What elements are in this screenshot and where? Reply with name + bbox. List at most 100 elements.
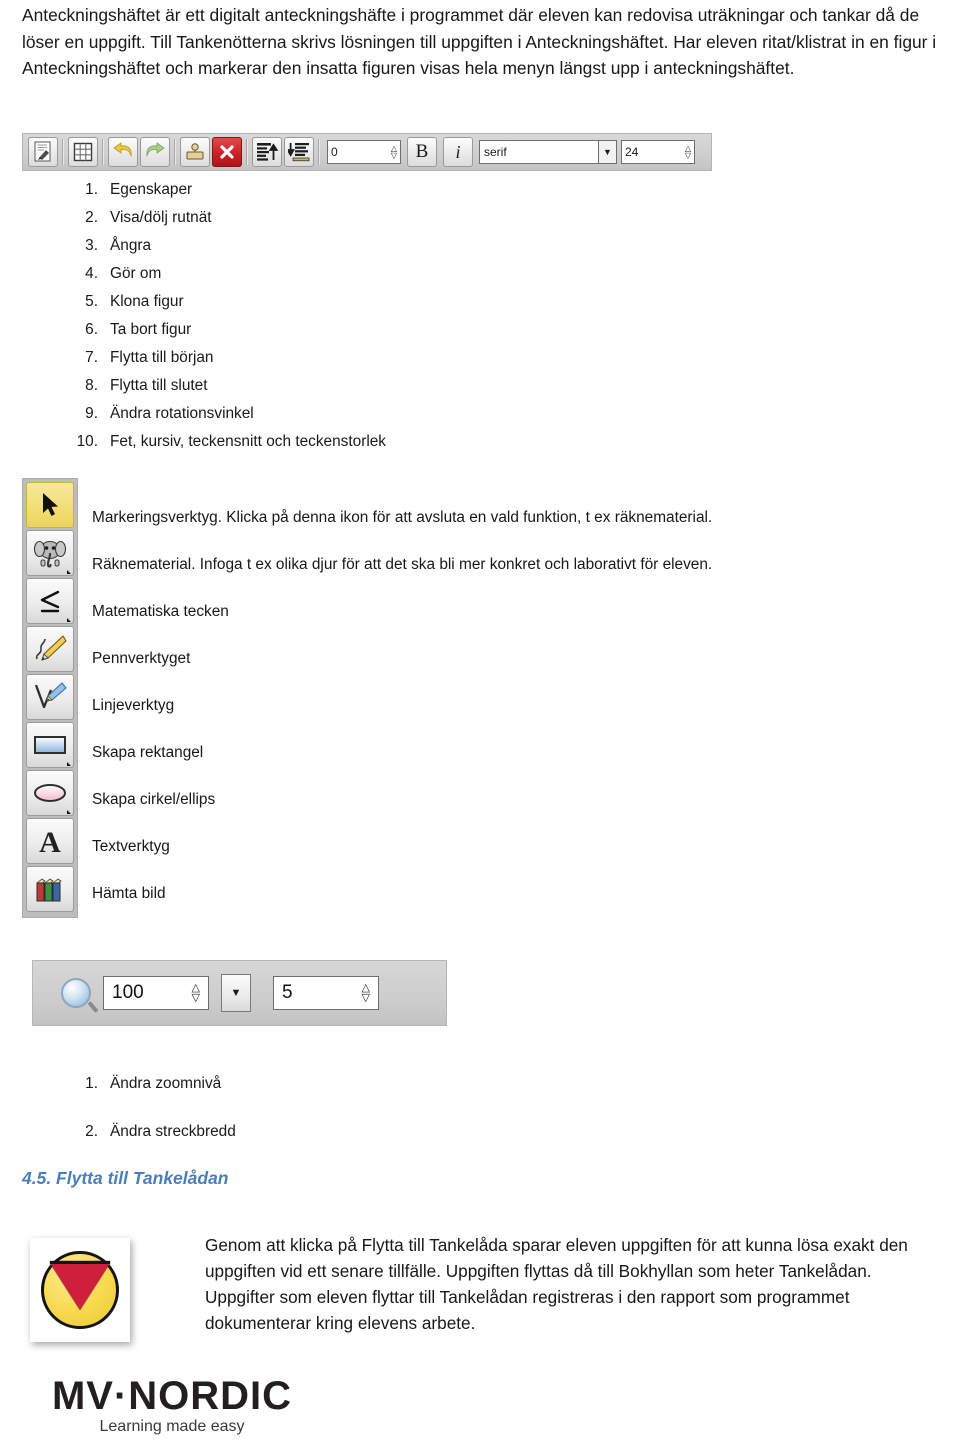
tool-description-linjeverktyg: Linjeverktyg (92, 697, 175, 714)
rotation-angle-value: 0 (331, 145, 338, 159)
toolbar-separator (62, 139, 64, 165)
spinner-arrows-icon[interactable]: △ ▽ (685, 145, 691, 160)
tool-button-textverktyg[interactable]: A (26, 818, 74, 864)
list-item-label: Ändra streckbredd (110, 1123, 236, 1140)
font-size-value: 24 (625, 145, 639, 159)
magnifier-icon (61, 978, 91, 1008)
elephant-icon (33, 540, 67, 568)
section-body-text: Genom att klicka på Flytta till Tankelåd… (205, 1235, 908, 1333)
toolbar-separator (246, 139, 248, 165)
list-item-label: Ångra (110, 237, 152, 254)
logo-tagline: Learning made easy (99, 1418, 245, 1435)
tool-button-matematiska-tecken[interactable] (26, 578, 74, 624)
list-item: 1. Ändra zoomnivå (60, 1072, 480, 1096)
list-item-label: Ändra rotationsvinkel (110, 405, 254, 422)
toolbar-separator (318, 139, 320, 165)
submenu-arrow-icon[interactable] (67, 570, 71, 574)
list-item: 3. Ångra (60, 232, 580, 260)
list-item-label: Gör om (110, 265, 162, 282)
redo-button[interactable] (140, 137, 170, 167)
list-item: 5. Klona figur (60, 288, 580, 316)
logo-wordmark: MV·NORDIC (51, 1374, 293, 1418)
undo-icon (113, 142, 132, 157)
zoom-toolbar: 100 △ ▽ ▼ 5 △ ▽ (32, 960, 447, 1026)
clone-figure-button[interactable] (180, 137, 210, 167)
move-to-back-button[interactable] (284, 137, 314, 167)
tool-button-pennverktyget[interactable] (26, 626, 74, 672)
list-item: 2. Visa/dölj rutnät (60, 204, 580, 232)
tool-description-pennverktyget: Pennverktyget (92, 650, 191, 667)
toolbar-separator (102, 139, 104, 165)
list-item-number: 1. (85, 181, 98, 198)
font-size-input[interactable]: 24 △ ▽ (621, 140, 695, 164)
submenu-arrow-icon[interactable] (67, 618, 71, 622)
properties-button[interactable] (28, 137, 58, 167)
tool-button-raknematerial[interactable] (26, 530, 74, 576)
list-item-label: Fet, kursiv, teckensnitt och teckenstorl… (110, 433, 387, 450)
move-to-front-button[interactable] (252, 137, 282, 167)
tool-description-raknematerial: Räknematerial. Infoga t ex olika djur fö… (92, 556, 713, 573)
tool-palette: A (22, 478, 78, 918)
pencil-icon (35, 635, 67, 661)
chevron-down-icon[interactable]: ▼ (599, 140, 617, 164)
tool-button-markeringsverktyg[interactable] (26, 482, 74, 528)
properties-icon (34, 141, 51, 162)
stroke-width-value: 5 (282, 982, 293, 1003)
list-item-number: 4. (85, 265, 98, 282)
list-item-number: 2. (85, 209, 98, 226)
zoom-dropdown-button[interactable]: ▼ (221, 974, 251, 1012)
list-item: 7. Flytta till början (60, 344, 580, 372)
font-family-select[interactable]: serif ▼ (473, 140, 617, 164)
toolbar-separator (174, 139, 176, 165)
list-item-number: 10. (76, 433, 98, 450)
tool-description-hamta-bild: Hämta bild (92, 885, 166, 902)
chevron-down-icon: ▼ (230, 987, 242, 999)
tool-button-linjeverktyg[interactable] (26, 674, 74, 720)
move-to-front-icon (257, 143, 278, 161)
ellipse-icon (34, 784, 66, 802)
tool-description-markeringsverktyg: Markeringsverktyg. Klicka på denna ikon … (92, 509, 713, 526)
font-family-value-box[interactable]: serif (479, 140, 599, 164)
zoom-legend-list: 1. Ändra zoomnivå 2. Ändra streckbredd (60, 1072, 480, 1168)
list-item-number: 1. (85, 1075, 98, 1092)
list-item: 9. Ändra rotationsvinkel (60, 400, 580, 428)
zoom-level-input[interactable]: 100 △ ▽ (103, 976, 209, 1010)
delete-figure-button[interactable] (212, 137, 242, 167)
rotation-angle-input[interactable]: 0 △ ▽ (327, 140, 401, 164)
math-symbol-icon (40, 590, 60, 613)
bold-button[interactable]: B (407, 137, 437, 167)
spinner-arrows-icon[interactable]: △ ▽ (192, 983, 200, 1004)
text-a-icon: A (39, 826, 61, 856)
list-item: 10. Fet, kursiv, teckensnitt och teckens… (60, 428, 580, 456)
red-triangle-shape (50, 1261, 110, 1310)
list-item-number: 9. (85, 405, 98, 422)
line-pen-icon (34, 682, 67, 709)
tool-description-textverktyg: Textverktyg (92, 838, 170, 855)
undo-button[interactable] (108, 137, 138, 167)
submenu-arrow-icon[interactable] (67, 810, 71, 814)
list-item: 6. Ta bort figur (60, 316, 580, 344)
zoom-level-value: 100 (112, 982, 144, 1003)
tool-button-hamta-bild[interactable] (26, 866, 74, 912)
italic-label: i (455, 141, 461, 162)
rectangle-icon (34, 736, 66, 754)
list-item-label: Klona figur (110, 293, 184, 310)
delete-x-icon (220, 145, 234, 159)
tool-button-skapa-cirkel-ellips[interactable] (26, 770, 74, 816)
submenu-arrow-icon[interactable] (67, 762, 71, 766)
list-item-number: 7. (85, 349, 98, 366)
italic-button[interactable]: i (443, 137, 473, 167)
list-item-number: 2. (85, 1123, 98, 1140)
clone-figure-icon (186, 143, 204, 160)
spinner-arrows-icon[interactable]: △ ▽ (362, 983, 370, 1004)
menu-legend-list: 1. Egenskaper 2. Visa/dölj rutnät 3. Ång… (60, 176, 580, 456)
list-item: 2. Ändra streckbredd (60, 1120, 480, 1144)
spinner-arrows-icon[interactable]: △ ▽ (391, 145, 397, 160)
tool-button-skapa-rektangel[interactable] (26, 722, 74, 768)
list-item-number: 6. (85, 321, 98, 338)
tool-description-skapa-cirkel: Skapa cirkel/ellips (92, 791, 216, 808)
grid-toggle-button[interactable] (68, 137, 98, 167)
list-item-number: 3. (85, 237, 98, 254)
section-heading: 4.5. Flytta till Tankelådan (22, 1168, 229, 1188)
stroke-width-input[interactable]: 5 △ ▽ (273, 976, 379, 1010)
